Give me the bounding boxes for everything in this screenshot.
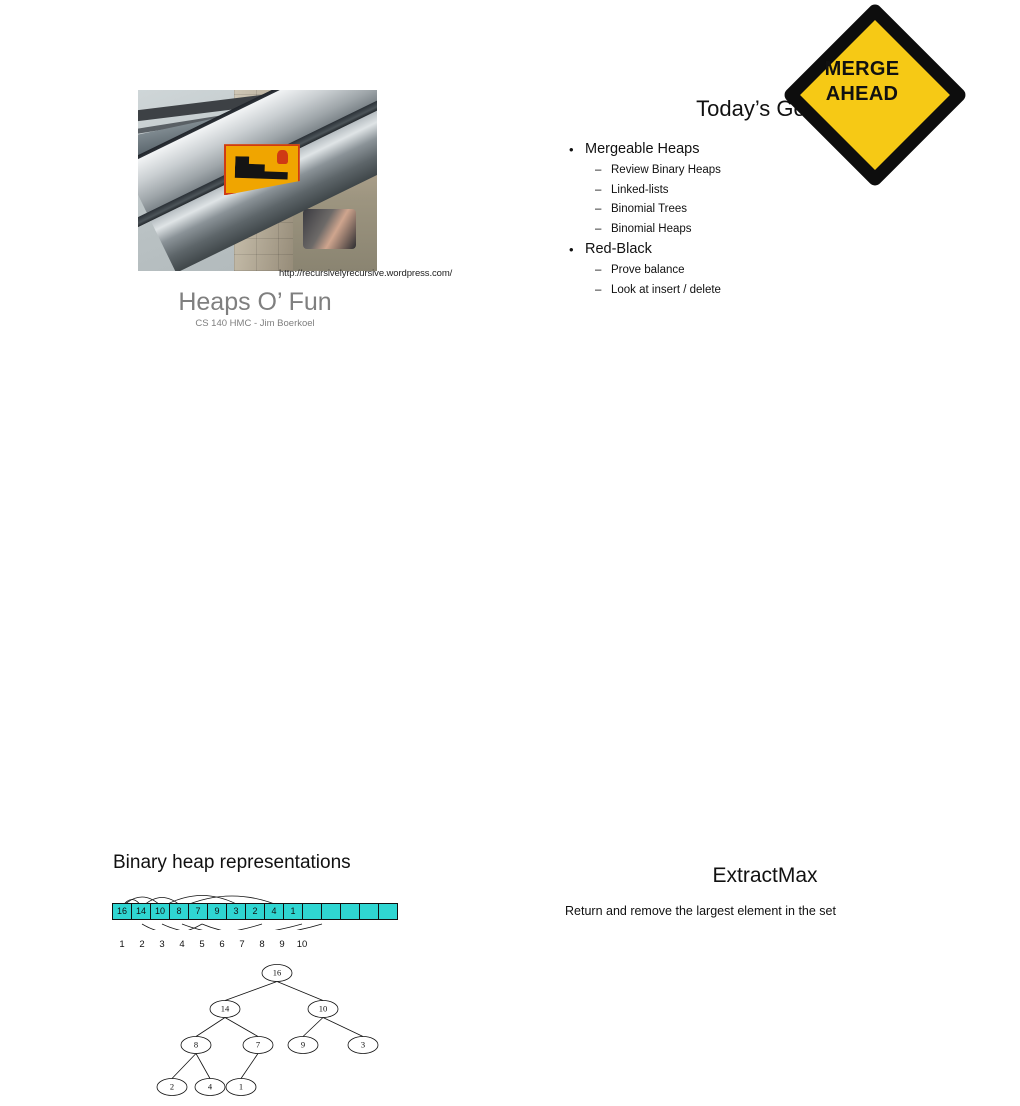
slide-extractmax: ExtractMax Return and remove the largest… [510, 394, 1020, 918]
array-index-label: 5 [199, 939, 205, 950]
array-index-label: 8 [259, 939, 265, 950]
tree-edge [302, 1017, 324, 1037]
tree-node-label: 10 [319, 1003, 328, 1013]
goals-bullet-list: Mergeable Heaps Review Binary Heaps Link… [565, 139, 845, 300]
tree-node-label: 7 [256, 1039, 260, 1049]
tree-node: 10 [307, 1000, 339, 1018]
array-cell: 1 [283, 903, 303, 920]
array-cell-empty [321, 903, 341, 920]
tree-edge [195, 1053, 211, 1079]
array-slide-title: Binary heap representations [113, 852, 351, 873]
array-index-label: 3 [159, 939, 165, 950]
bullet-item: Linked-lists [565, 181, 845, 201]
tree-node: 3 [347, 1036, 379, 1054]
tree-node-label: 14 [221, 1003, 230, 1013]
person-icon [276, 150, 289, 165]
bullet-item: Prove balance [565, 261, 845, 281]
slide-todays-goals: Today’s Goals Mergeable Heaps Review Bin… [510, 0, 1020, 394]
tree-node-label: 16 [273, 967, 282, 977]
array-cell: 10 [150, 903, 170, 920]
tree-edge [171, 1053, 197, 1079]
tree-node: 7 [242, 1036, 274, 1054]
bullet-item: Red-Black [565, 239, 845, 260]
tree-edge [240, 1053, 259, 1079]
array-cell: 2 [245, 903, 265, 920]
array-cell-empty [340, 903, 360, 920]
tree-node-label: 2 [170, 1081, 174, 1091]
page-subtitle: CS 140 HMC - Jim Boerkoel [195, 318, 315, 329]
tree-node: 1 [225, 1078, 257, 1096]
slide-binary-heap-representations: Binary heap representations 16 14 10 8 7 9 3 2 4… [0, 394, 510, 1096]
bullet-item: Review Binary Heaps [565, 161, 845, 181]
tree-edge [322, 1017, 364, 1037]
array-cell: 7 [188, 903, 208, 920]
array-index-label: 6 [219, 939, 225, 950]
tree-node: 14 [209, 1000, 241, 1018]
array-index-label: 10 [296, 939, 308, 950]
heap-array: 16 14 10 8 7 9 3 2 4 1 [112, 903, 398, 920]
array-index-label: 7 [239, 939, 245, 950]
bullet-item: Look at insert / delete [565, 281, 845, 301]
array-index-label: 4 [179, 939, 185, 950]
tree-edge [224, 981, 278, 1001]
array-cell-empty [378, 903, 398, 920]
photo-people [302, 209, 356, 250]
array-index-label: 1 [119, 939, 125, 950]
tree-node: 8 [180, 1036, 212, 1054]
array-cell: 16 [112, 903, 132, 920]
heap-array-index-labels: 1 2 3 4 5 6 7 8 9 10 [112, 939, 312, 950]
tree-node: 9 [287, 1036, 319, 1054]
tree-node: 4 [194, 1078, 226, 1096]
array-cell: 14 [131, 903, 151, 920]
array-cell: 9 [207, 903, 227, 920]
tree-node: 2 [156, 1078, 188, 1096]
tree-node-label: 1 [239, 1081, 243, 1091]
array-cell-empty [359, 903, 379, 920]
image-credit-url[interactable]: http://recursivelyrecursive.wordpress.co… [279, 268, 452, 279]
tree-node-label: 9 [301, 1039, 305, 1049]
tree-edge [195, 1017, 226, 1037]
sign-line-1: MERGE [824, 58, 900, 80]
bullet-item: Binomial Heaps [565, 220, 845, 240]
extractmax-subtitle: Return and remove the largest element in… [565, 904, 836, 918]
array-cell: 3 [226, 903, 246, 920]
tree-node-label: 8 [194, 1039, 198, 1049]
tree-edge [224, 1017, 259, 1037]
merge-ahead-sign: MERGE AHEAD [781, 1, 969, 189]
bullet-item: Binomial Trees [565, 200, 845, 220]
tree-node-label: 3 [361, 1039, 365, 1049]
escalator-photo [138, 90, 377, 271]
tree-node: 16 [261, 964, 293, 982]
sign-line-2: AHEAD [825, 83, 899, 105]
extractmax-title: ExtractMax [712, 864, 818, 887]
sign-text: MERGE AHEAD [787, 7, 937, 157]
binary-heap-tree-left: 16 14 10 8 7 9 3 2 4 1 [156, 964, 379, 1096]
tree-edge [276, 981, 324, 1001]
array-cell: 8 [169, 903, 189, 920]
array-cell-empty [302, 903, 322, 920]
array-index-label: 9 [279, 939, 285, 950]
array-index-label: 2 [139, 939, 145, 950]
slide-title: http://recursivelyrecursive.wordpress.co… [0, 0, 510, 394]
page-title: Heaps O’ Fun [178, 288, 332, 316]
array-cell: 4 [264, 903, 284, 920]
